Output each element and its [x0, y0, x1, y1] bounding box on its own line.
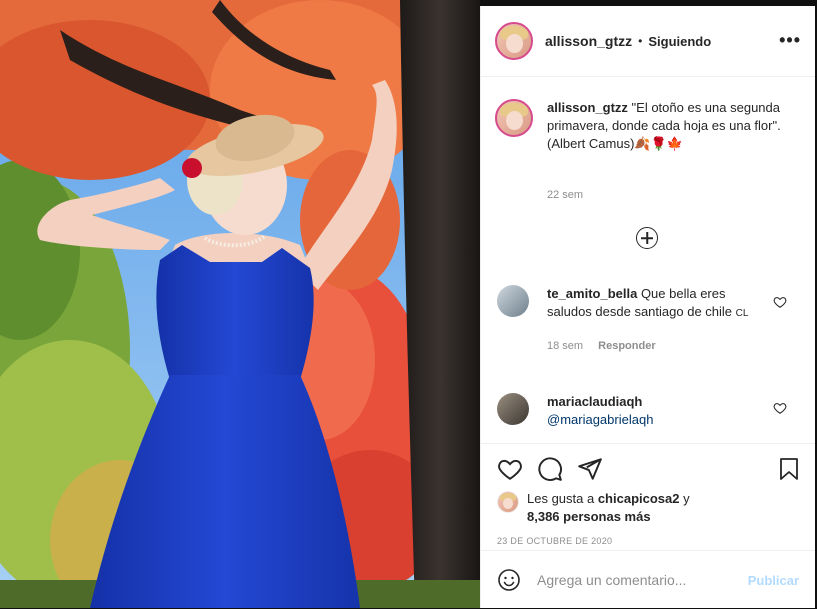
author-avatar[interactable] — [495, 22, 533, 60]
comment-text: mariaclaudiaqh @mariagabrielaqh — [547, 393, 763, 429]
separator-dot: • — [638, 34, 643, 48]
post-sidebar: allisson_gtzz • Siguiendo ••• allisson_g… — [480, 6, 815, 608]
caption-avatar[interactable] — [495, 99, 533, 137]
comment-meta: 18 sem Responder — [547, 337, 763, 355]
add-comment-bar: Publicar — [481, 550, 815, 609]
post-date[interactable]: 23 DE OCTUBRE DE 2020 — [497, 536, 612, 546]
bookmark-button[interactable] — [777, 456, 801, 482]
comments-section[interactable]: allisson_gtzz "El otoño es una segunda p… — [481, 77, 815, 442]
likes-summary: Les gusta a chicapicosa2 y 8,386 persona… — [497, 490, 690, 526]
liker-avatar[interactable] — [497, 491, 519, 513]
caption-text: allisson_gtzz "El otoño es una segunda p… — [547, 99, 787, 153]
more-options-icon[interactable]: ••• — [779, 30, 801, 51]
post-header: allisson_gtzz • Siguiendo ••• — [481, 6, 815, 77]
comment-username[interactable]: mariaclaudiaqh — [547, 394, 642, 409]
caption-time[interactable]: 22 sem — [547, 189, 583, 201]
publish-button[interactable]: Publicar — [748, 573, 799, 588]
following-button[interactable]: Siguiendo — [648, 34, 711, 49]
chile-flag: CL — [735, 308, 749, 319]
like-comment-heart-icon[interactable] — [773, 401, 787, 415]
comment-mention[interactable]: @mariagabrielaqh — [547, 412, 653, 427]
caption-username[interactable]: allisson_gtzz — [547, 100, 628, 115]
likes-text: Les gusta a chicapicosa2 y 8,386 persona… — [527, 490, 690, 526]
commenter-avatar[interactable] — [497, 393, 529, 425]
caption-attribution: (Albert Camus) — [547, 136, 635, 151]
caption: allisson_gtzz "El otoño es una segunda p… — [495, 99, 787, 153]
comment-item: mariaclaudiaqh @mariagabrielaqh — [497, 393, 763, 429]
load-more-comments-icon[interactable] — [636, 227, 658, 249]
share-icon[interactable] — [577, 456, 603, 482]
post-photo[interactable] — [0, 0, 480, 608]
likes-suffix: y — [679, 491, 690, 506]
author-username[interactable]: allisson_gtzz — [545, 33, 632, 49]
action-icons — [497, 456, 603, 482]
liker-username[interactable]: chicapicosa2 — [598, 491, 680, 506]
likes-prefix: Les gusta a — [527, 491, 598, 506]
caption-emojis: 🍂🌹🍁 — [634, 136, 683, 151]
reply-button[interactable]: Responder — [598, 340, 655, 352]
comment-text: te_amito_bella Que bella eres saludos de… — [547, 285, 763, 355]
post-actions: Les gusta a chicapicosa2 y 8,386 persona… — [481, 443, 815, 546]
comment-time[interactable]: 18 sem — [547, 340, 583, 352]
comment-item: te_amito_bella Que bella eres saludos de… — [497, 285, 763, 355]
comment-icon[interactable] — [537, 456, 563, 482]
commenter-avatar[interactable] — [497, 285, 529, 317]
emoji-icon[interactable] — [497, 568, 521, 592]
comment-username[interactable]: te_amito_bella — [547, 286, 637, 301]
heart-icon[interactable] — [497, 456, 523, 482]
bookmark-icon[interactable] — [777, 456, 801, 482]
like-comment-heart-icon[interactable] — [773, 295, 787, 309]
likes-count[interactable]: 8,386 personas más — [527, 509, 651, 524]
comment-input[interactable] — [535, 571, 739, 589]
photo-illustration — [0, 0, 480, 608]
